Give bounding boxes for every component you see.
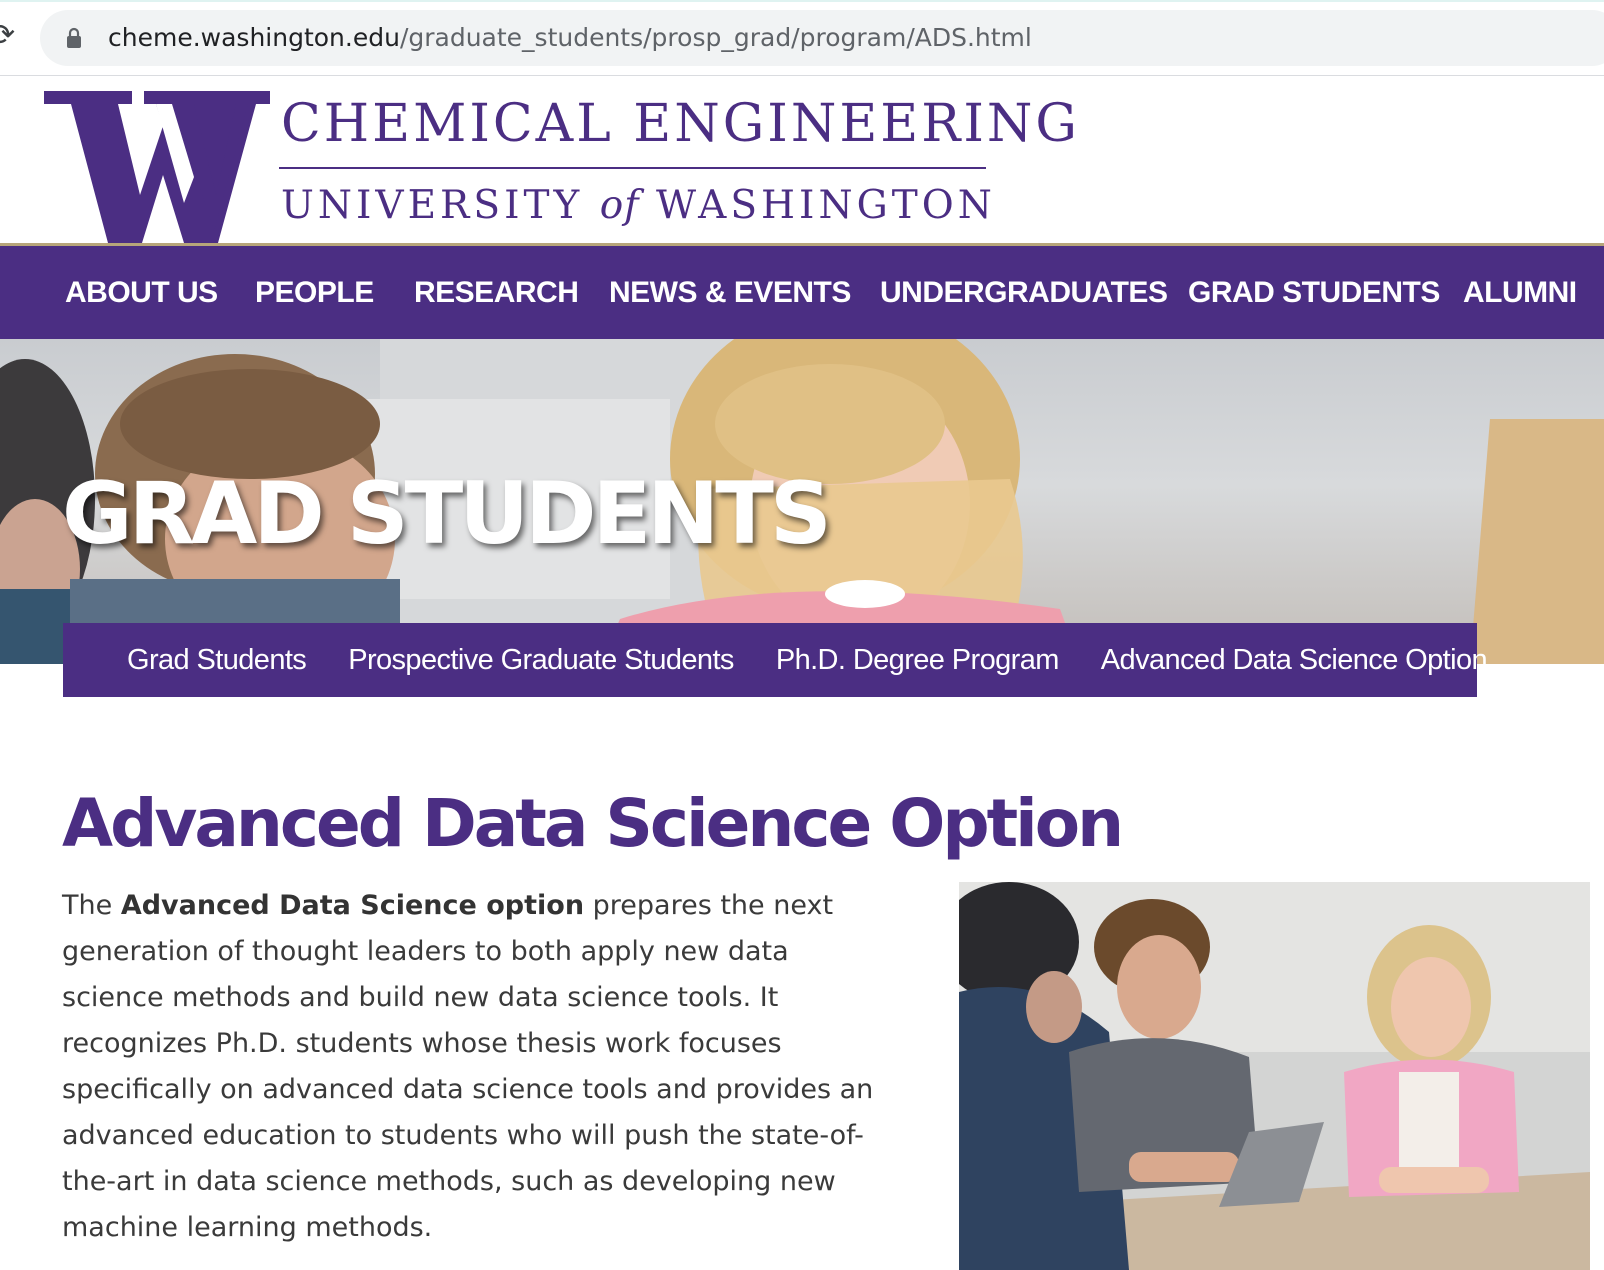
page-title: Advanced Data Science Option [62, 785, 1124, 862]
main-nav: ABOUT US PEOPLE RESEARCH NEWS & EVENTS U… [0, 246, 1604, 339]
intro-paragraph: The Advanced Data Science option prepare… [62, 883, 892, 1251]
site-header: CHEMICAL ENGINEERING UNIVERSITY of WASHI… [0, 77, 1604, 243]
url-host: cheme.washington.edu [108, 23, 400, 52]
breadcrumb-grad-students[interactable]: Grad Students [127, 644, 307, 677]
reload-icon[interactable]: ⟳ [0, 18, 20, 54]
nav-item-undergraduates[interactable]: UNDERGRADUATES [880, 246, 1168, 339]
header-divider [279, 167, 986, 169]
university-name-of: of [599, 183, 640, 228]
breadcrumb-current: Advanced Data Science Option [1100, 643, 1488, 676]
nav-item-alumni[interactable]: ALUMNI [1463, 246, 1577, 339]
nav-item-people[interactable]: PEOPLE [255, 246, 374, 339]
nav-item-grad-students[interactable]: GRAD STUDENTS [1188, 246, 1440, 339]
hero-title: GRAD STUDENTS [62, 464, 832, 564]
students-photo [959, 882, 1590, 1270]
nav-item-about-us[interactable]: ABOUT US [65, 246, 218, 339]
url-path: /graduate_students/prosp_grad/program/AD… [399, 23, 1032, 52]
breadcrumb-phd-program[interactable]: Ph.D. Degree Program [776, 644, 1060, 677]
browser-toolbar: ⟳ cheme.washington.edu/graduate_students… [0, 0, 1604, 76]
lock-icon[interactable] [66, 27, 82, 49]
breadcrumb-prospective-grad[interactable]: Prospective Graduate Students [348, 644, 734, 677]
intro-text: prepares the next generation of thought … [62, 890, 874, 1243]
university-name-part: UNIVERSITY [281, 183, 584, 228]
uw-w-logo[interactable] [44, 91, 270, 243]
breadcrumb: Grad Students Prospective Graduate Stude… [63, 623, 1488, 697]
intro-bold-text: Advanced Data Science option [120, 890, 585, 921]
hero-banner: GRAD STUDENTS [0, 339, 1604, 664]
university-name[interactable]: UNIVERSITY of WASHINGTON [281, 181, 996, 231]
university-name-part: WASHINGTON [656, 183, 996, 228]
nav-item-news-events[interactable]: NEWS & EVENTS [609, 246, 851, 339]
url-text[interactable]: cheme.washington.edu/graduate_students/p… [108, 16, 1032, 60]
nav-item-research[interactable]: RESEARCH [414, 246, 579, 339]
intro-text: The [62, 890, 121, 921]
department-name[interactable]: CHEMICAL ENGINEERING [281, 91, 1080, 157]
